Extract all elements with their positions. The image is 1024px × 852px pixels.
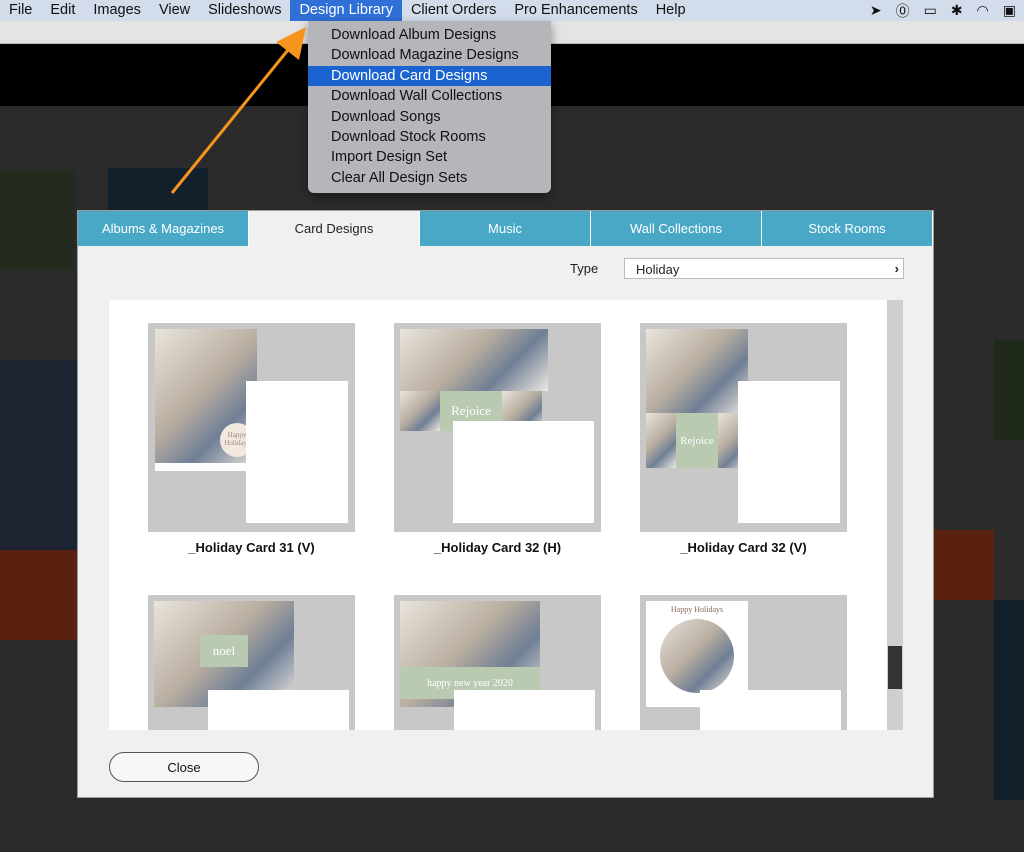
tab-wall-collections[interactable]: Wall Collections (591, 211, 762, 246)
scrollbar[interactable] (887, 300, 903, 730)
menu-item-download-magazine-designs[interactable]: Download Magazine Designs (308, 45, 551, 65)
card-design-item[interactable]: happy new year 2020 (394, 595, 601, 730)
card-design-grid: Happy Holidays _Holiday Card 31 (V) Rejoic… (109, 300, 903, 730)
card-design-item[interactable]: Happy Holidays _Holiday Card 31 (V) (148, 323, 355, 555)
menu-bar: File Edit Images View Slideshows Design Libra… (0, 0, 1024, 21)
menu-item-download-stock-rooms[interactable]: Download Stock Rooms (308, 127, 551, 147)
menu-help[interactable]: Help (647, 0, 695, 21)
card-thumbnail: happy new year 2020 (394, 595, 601, 730)
menu-edit[interactable]: Edit (41, 0, 84, 21)
menu-item-download-album-designs[interactable]: Download Album Designs (308, 25, 551, 45)
menu-slideshows[interactable]: Slideshows (199, 0, 290, 21)
design-library-dialog: Albums & Magazines Card Designs Music Wall … (77, 210, 934, 798)
card-text: Happy Holidays (670, 605, 724, 614)
photo (646, 413, 676, 468)
menu-item-import-design-set[interactable]: Import Design Set (308, 147, 551, 167)
bluetooth-icon[interactable]: ✱ (951, 2, 963, 19)
background-shape (0, 360, 77, 550)
type-value: Holiday (636, 262, 680, 277)
type-select[interactable]: Holiday › (624, 258, 904, 279)
card-design-item[interactable]: noel (148, 595, 355, 730)
photo (400, 391, 440, 431)
background-shape (994, 340, 1024, 440)
tab-albums-magazines[interactable]: Albums & Magazines (78, 211, 249, 246)
photo (400, 329, 548, 391)
arrow-icon[interactable]: ➤ (870, 2, 882, 19)
menu-item-clear-all-design-sets[interactable]: Clear All Design Sets (308, 168, 551, 188)
card-page (700, 690, 841, 730)
card-thumbnail: Rejoice (640, 323, 847, 532)
card-label: _Holiday Card 32 (H) (433, 540, 562, 555)
card-design-item[interactable]: Happy Holidays (640, 595, 847, 730)
card-thumbnail: Happy Holidays (640, 595, 847, 730)
type-row: Type Holiday › (78, 258, 933, 280)
card-label: _Holiday Card 31 (V) (188, 540, 315, 555)
card-text: noel (200, 635, 248, 667)
menu-view[interactable]: View (150, 0, 199, 21)
design-library-menu: Download Album Designs Download Magazine … (308, 21, 551, 193)
menu-item-download-card-designs[interactable]: Download Card Designs (308, 65, 551, 87)
menu-item-download-wall-collections[interactable]: Download Wall Collections (308, 86, 551, 106)
card-thumbnail: Rejoice (394, 323, 601, 532)
airplay-icon[interactable]: ▭ (924, 2, 937, 19)
photo (660, 619, 734, 693)
tab-music[interactable]: Music (420, 211, 591, 246)
card-text: Rejoice (676, 413, 718, 468)
card-page (453, 421, 594, 523)
card-page (208, 690, 349, 730)
background-shape (994, 600, 1024, 800)
tab-bar: Albums & Magazines Card Designs Music Wall … (78, 211, 933, 246)
background-shape (934, 530, 994, 600)
status-icons: ➤ ⓪ ▭ ✱ ◠ ▣ (870, 0, 1024, 21)
menu-design-library[interactable]: Design Library (290, 0, 402, 21)
menu-images[interactable]: Images (84, 0, 150, 21)
background-shape (108, 168, 208, 210)
scrollbar-thumb[interactable] (888, 646, 902, 689)
battery-icon[interactable]: ▣ (1003, 2, 1016, 19)
card-page (738, 381, 840, 523)
menu-item-download-songs[interactable]: Download Songs (308, 107, 551, 127)
menu-file[interactable]: File (0, 0, 41, 21)
menu-pro-enhancements[interactable]: Pro Enhancements (505, 0, 646, 21)
tab-stock-rooms[interactable]: Stock Rooms (762, 211, 933, 246)
card-page (155, 463, 257, 471)
type-label: Type (570, 261, 599, 276)
background-shape (0, 170, 75, 270)
chevron-right-icon: › (894, 261, 899, 276)
card-page (454, 690, 595, 730)
card-design-item[interactable]: Rejoice _Holiday Card 32 (H) (394, 323, 601, 555)
wifi-icon[interactable]: ◠ (977, 2, 989, 19)
menu-client-orders[interactable]: Client Orders (402, 0, 505, 21)
1password-icon[interactable]: ⓪ (896, 1, 910, 21)
card-design-item[interactable]: Rejoice _Holiday Card 32 (V) (640, 323, 847, 555)
card-label: _Holiday Card 32 (V) (680, 540, 807, 555)
photo (646, 329, 748, 413)
tab-card-designs[interactable]: Card Designs (249, 211, 420, 246)
card-thumbnail: noel (148, 595, 355, 730)
close-button[interactable]: Close (109, 752, 259, 782)
card-thumbnail: Happy Holidays (148, 323, 355, 532)
card-page (246, 381, 348, 523)
background-shape (0, 550, 77, 640)
